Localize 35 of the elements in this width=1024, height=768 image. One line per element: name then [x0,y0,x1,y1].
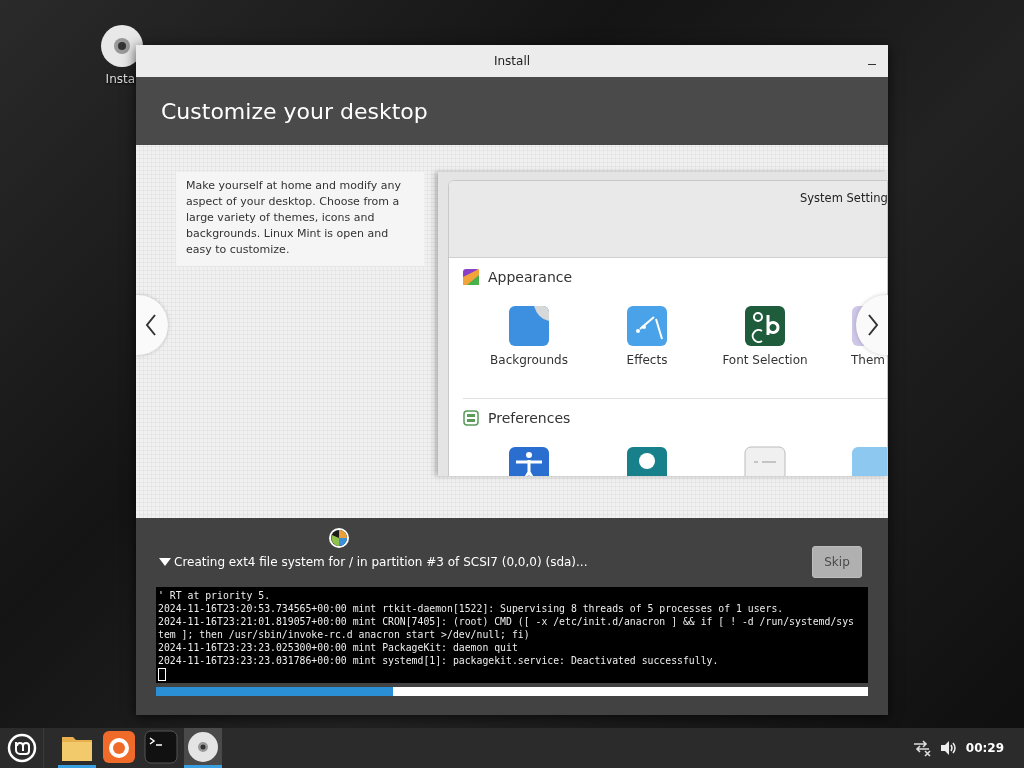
settings-item-label[interactable]: Backgrounds [490,353,568,367]
log-line: 2024-11-16T23:23:23.025300+00:00 mint PackageKit: daemon quit [158,641,519,654]
clock[interactable]: 00:29 [965,741,1004,755]
category-icon [463,410,479,426]
previous-button[interactable] [136,295,168,355]
log-line: 2024-11-16T23:20:53.734565+00:00 mint rtkit-daemon[1522]: Supervising 8 threads of 5 processes of 1 users. [158,602,785,615]
settings-window-title: System Setting [800,191,887,205]
window-title: Install [493,54,531,68]
log-line: 2024-11-16T23:23:23.031786+00:00 mint systemd[1]: packagekit.service: Deactivated successfully. [158,654,720,667]
settings-app-icon [626,305,668,347]
settings-app-icon [508,305,550,347]
settings-app-icon [744,305,786,347]
terminal-icon [143,728,179,765]
chevron-left-icon [145,314,157,336]
settings-app-icon [744,446,786,476]
volume-icon [939,740,958,756]
browser-icon [101,728,137,765]
text-cursor [158,668,166,681]
section-title: Appearance [488,269,573,285]
status-text: Creating ext4 file system for / in partition #3 of SCSI7 (0,0,0) (sda)... [174,555,588,569]
log-line: ' RT at priority 5. [158,589,272,602]
slide-description: Make yourself at home and modify any aspect of your desktop. Choose from a large variety of themes, icons and backgrounds. Linux Mint is open and easy to customize. [176,172,424,266]
mint-logo-icon [6,733,37,763]
log-line: 2024-11-16T23:21:01.819057+00:00 mint CRON[7405]: (root) CMD ([ -x /etc/init.d/anacron ] && if [ ! -d /run/systemd/sys [158,615,855,628]
settings-item-label[interactable]: Effects [626,353,668,367]
settings-item-label[interactable]: Them [851,353,885,367]
taskbar-app[interactable] [184,728,222,768]
page-heading: Customize your desktop [161,98,428,124]
network-disconnected-icon [911,739,932,757]
spinner-icon [328,527,350,549]
settings-item-label[interactable]: Font Selection [722,353,808,367]
chevron-right-icon [867,314,879,336]
category-icon [463,269,479,285]
section-title: Preferences [488,410,571,426]
log-line: tem ]; then /usr/sbin/invoke-rc.d anacron start >/dev/null; fi) [158,628,531,641]
